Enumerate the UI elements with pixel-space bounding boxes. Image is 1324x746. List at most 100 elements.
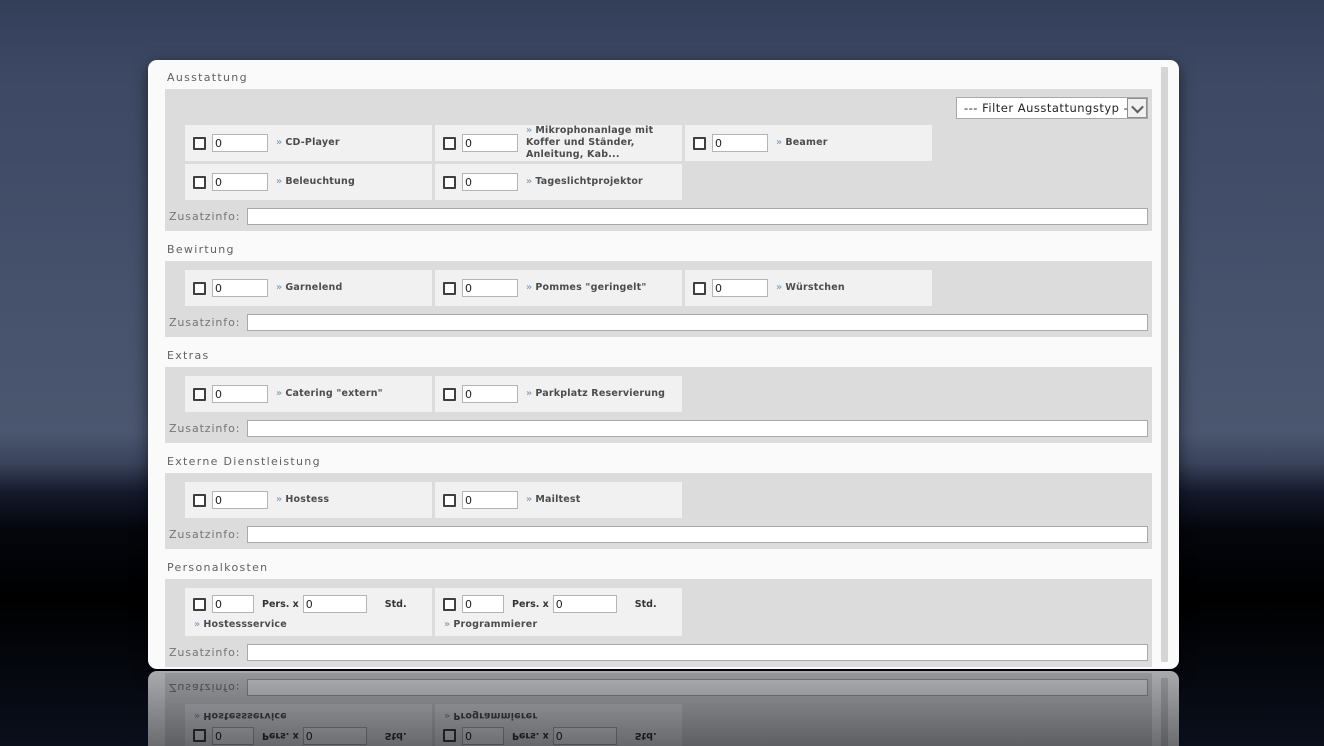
qty-input-catering-extern[interactable] [212,385,268,403]
zusatzinfo-row: Zusatzinfo: [169,420,1149,437]
double-chevron-icon: » [526,176,533,187]
zusatzinfo-label: Zusatzinfo: [169,528,241,541]
chevron-down-icon [1127,98,1147,118]
item-checkbox-tageslichtprojektor[interactable] [443,175,456,189]
item-checkbox-catering-extern[interactable] [193,387,206,401]
item-tile: »Parkplatz Reservierung [435,376,682,412]
double-chevron-icon: » [526,388,533,399]
qty-input-cd-player[interactable] [212,134,268,152]
item-checkbox-cd-player[interactable] [193,136,206,150]
zusatzinfo-label: Zusatzinfo: [169,646,241,659]
zusatzinfo-input-personalkosten[interactable] [247,644,1148,661]
item-tile: »Mailtest [435,482,682,518]
item-grid: »Garnelend»Pommes "geringelt"»Würstchen [185,270,1149,306]
item-label: » Mikrophonanlage mit Koffer und Ständer,… [526,125,682,161]
item-label-text: CD-Player [285,137,340,148]
item-checkbox-garnelend[interactable] [193,281,206,295]
section-block: Pers. x Std. »Hostessservice Pers. xStd.»Pr… [165,579,1152,667]
item-label: » Programmierer [435,619,616,631]
zusatzinfo-input-ausstattung[interactable] [247,208,1148,225]
item-label: » Catering "extern" [276,388,383,400]
persons-input-hostessservice[interactable] [212,595,254,613]
item-grid: »Catering "extern"»Parkplatz Reservierun… [185,376,1149,412]
double-chevron-icon: » [276,176,283,187]
hours-unit-label: Std. [384,598,407,610]
item-tile: »Garnelend [185,270,432,306]
section-title: Extras [167,349,210,362]
double-chevron-icon: » [276,388,283,399]
item-label-text: Mailtest [535,494,581,505]
double-chevron-icon: » [276,137,283,148]
section-ausstattung: Ausstattung --- Filter Ausstattungstyp --… [165,71,1152,231]
double-chevron-icon: » [776,137,783,148]
hours-input-programmierer[interactable] [552,595,617,613]
item-label-text: Pommes "geringelt" [535,282,647,293]
persons-input-programmierer[interactable] [462,595,504,613]
section-title: Bewirtung [167,243,235,256]
qty-input-parkplatz-reservierung[interactable] [462,385,518,403]
item-checkbox-beamer[interactable] [693,136,706,150]
item-label-text: Parkplatz Reservierung [535,388,666,399]
double-chevron-icon: » [526,282,533,293]
item-tile: »Hostess [185,482,432,518]
item-checkbox-w-rstchen[interactable] [693,281,706,295]
zusatzinfo-label: Zusatzinfo: [169,316,241,329]
zusatzinfo-input-externe-dienstleistung[interactable] [247,526,1148,543]
item-label: » Würstchen [776,282,845,294]
item-checkbox-beleuchtung[interactable] [193,175,206,189]
item-grid: Pers. x Std. »Hostessservice Pers. xStd.»Pr… [185,588,1149,636]
item-label: » Parkplatz Reservierung [526,388,665,400]
item-tile: Pers. x Std. »Programmierer [435,588,682,636]
qty-input-w-rstchen[interactable] [712,279,768,297]
double-chevron-icon: » [526,125,533,136]
section-block: »Garnelend»Pommes "geringelt"»WürstchenZ… [165,261,1152,337]
qty-input-mikrophonanlage-mit-koffer-und-st-nder-a[interactable] [462,134,518,152]
section-block: --- Filter Ausstattungstyp ---»CD-Player… [165,89,1152,231]
item-label: » Beleuchtung [276,176,355,188]
section-bewirtung: Bewirtung»Garnelend»Pommes "geringelt"»W… [165,243,1152,337]
form-panel: Ausstattung--- Filter Ausstattungstyp --… [148,671,1179,746]
qty-input-mailtest[interactable] [462,491,518,509]
item-tile: »Mikrophonanlage mit Koffer und Ständer,… [435,125,682,161]
persons-unit-label: Pers. x [512,598,549,610]
qty-input-hostess[interactable] [212,491,268,509]
qty-input-tageslichtprojektor[interactable] [462,173,518,191]
zusatzinfo-row: Zusatzinfo: [169,644,1149,661]
item-tile: »Würstchen [685,270,932,306]
item-label-text: Programmierer [453,619,538,630]
item-checkbox-hostess[interactable] [193,493,206,507]
item-label-text: Würstchen [785,282,845,293]
item-tile: »Beleuchtung [185,164,432,200]
qty-input-beamer[interactable] [712,134,768,152]
item-label-text: Hostessservice [203,619,287,630]
zusatzinfo-input-bewirtung[interactable] [247,314,1148,331]
double-chevron-icon: » [276,282,283,293]
item-checkbox-hostessservice[interactable] [193,597,206,611]
item-checkbox-parkplatz-reservierung[interactable] [443,387,456,401]
qty-input-beleuchtung[interactable] [212,173,268,191]
qty-input-garnelend[interactable] [212,279,268,297]
item-checkbox-programmierer[interactable] [443,597,456,611]
scrollbar-track[interactable] [1161,67,1168,662]
item-checkbox-pommes-geringelt[interactable] [443,281,456,295]
item-checkbox-mikrophonanlage-mit-koffer-und-st-nder-a[interactable] [443,136,456,150]
item-label: » Hostessservice [185,619,366,631]
item-label: » Hostess [276,494,329,506]
zusatzinfo-input-extras[interactable] [247,420,1148,437]
double-chevron-icon: » [194,619,201,630]
item-label-text: Beamer [785,137,828,148]
item-checkbox-mailtest[interactable] [443,493,456,507]
section-extras: Extras»Catering "extern"»Parkplatz Reser… [165,349,1152,443]
zusatzinfo-row: Zusatzinfo: [169,314,1149,331]
zusatzinfo-row: Zusatzinfo: [169,208,1149,225]
filter-ausstattungstyp-select[interactable]: --- Filter Ausstattungstyp --- [956,97,1148,119]
double-chevron-icon: » [776,282,783,293]
section-externe-dienstleistung: Externe Dienstleistung»Hostess»MailtestZ… [165,455,1152,549]
qty-input-pommes-geringelt[interactable] [462,279,518,297]
section-title: Ausstattung [167,71,248,84]
double-chevron-icon: » [526,494,533,505]
filter-select-value: --- Filter Ausstattungstyp --- [964,101,1127,115]
item-label: » Tageslichtprojektor [526,176,643,188]
item-label-text: Beleuchtung [285,176,355,187]
hours-input-hostessservice[interactable] [302,595,367,613]
